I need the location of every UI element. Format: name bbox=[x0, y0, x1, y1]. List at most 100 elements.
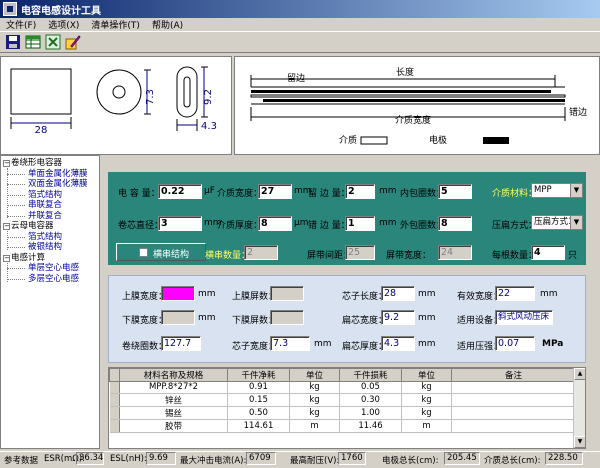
col-loss[interactable]: 千件损耗 bbox=[339, 368, 402, 382]
tree-node-inductor-calc[interactable]: − 电感计算 bbox=[1, 253, 99, 264]
length-label: 长度 bbox=[396, 66, 414, 78]
tree-item-single-metallized[interactable]: 单面金属化薄膜 bbox=[1, 169, 99, 180]
width-dim-label: 28 bbox=[35, 125, 48, 136]
table-row[interactable]: 锌丝 0.15 kg 0.30 kg bbox=[109, 393, 576, 407]
menu-options[interactable]: 选项(X) bbox=[42, 18, 85, 31]
menu-list-ops[interactable]: 清单操作(T) bbox=[85, 18, 146, 31]
lower-count-input[interactable] bbox=[270, 310, 304, 325]
save-icon bbox=[6, 35, 20, 49]
status-vmax-label: 最高耐压(V): bbox=[290, 456, 340, 466]
col-remark[interactable]: 备注 bbox=[451, 368, 576, 382]
pressure-value: 0.07 bbox=[495, 336, 535, 351]
chevron-down-icon[interactable]: ▼ bbox=[570, 216, 582, 229]
margin-label: 留边 bbox=[287, 72, 305, 84]
type-tree[interactable]: − 卷绕形电容器 单面金属化薄膜 双面金属化薄膜 箔式结构 串联复合 并联复合 −… bbox=[0, 155, 100, 449]
status-esl-label: ESL(nH): bbox=[110, 454, 147, 464]
scroll-up-icon[interactable]: ▲ bbox=[574, 368, 585, 380]
table-button[interactable] bbox=[24, 33, 42, 51]
dielectric-width-input[interactable]: 27 bbox=[258, 184, 292, 199]
upper-count-input[interactable] bbox=[270, 286, 304, 301]
save-button[interactable] bbox=[4, 33, 22, 51]
tree-item-mica-foil[interactable]: 箔式结构 bbox=[1, 232, 99, 243]
legend-dielectric-label: 介质 bbox=[339, 134, 357, 146]
tree-item-single-layer-inductor[interactable]: 单层空心电感 bbox=[1, 263, 99, 274]
status-electrode-len-value: 205.45 bbox=[444, 452, 480, 465]
shield-gap-input[interactable]: 25 bbox=[345, 245, 375, 260]
title-bar: 电容电感设计工具 bbox=[0, 0, 600, 18]
tree-item-parallel-composite[interactable]: 并联复合 bbox=[1, 211, 99, 222]
legend-electrode-swatch bbox=[483, 137, 509, 144]
flat-width-value: 9.2 bbox=[381, 310, 415, 325]
flatten-value: 压扁方式1 bbox=[534, 217, 574, 227]
outer-wraps-input[interactable]: 8 bbox=[438, 216, 472, 231]
col-unit-2[interactable]: 单位 bbox=[401, 368, 452, 382]
status-ref-label: 参考数据 bbox=[4, 456, 39, 466]
effective-width-value: 22 bbox=[495, 286, 535, 301]
tree-item-multi-layer-inductor[interactable]: 多层空心电感 bbox=[1, 274, 99, 285]
shield-width-input[interactable]: 24 bbox=[438, 245, 472, 260]
table-row[interactable]: 锡丝 0.50 kg 1.00 kg bbox=[109, 406, 576, 420]
scroll-down-icon[interactable]: ▼ bbox=[574, 436, 585, 448]
tree-item-double-metallized[interactable]: 双面金属化薄膜 bbox=[1, 179, 99, 190]
excel-button[interactable] bbox=[44, 33, 62, 51]
col-unit[interactable]: 单位 bbox=[289, 368, 340, 382]
material-select[interactable]: MPP ▼ bbox=[531, 183, 583, 198]
core-diameter-label: 卷芯直径： bbox=[118, 221, 164, 231]
core-length-unit: mm bbox=[418, 289, 436, 299]
electrode-layer-top bbox=[251, 90, 551, 93]
material-value: MPP bbox=[534, 185, 552, 195]
capacitance-unit: μF bbox=[204, 186, 215, 196]
core-count-input[interactable]: 4 bbox=[531, 245, 565, 260]
excel-icon bbox=[45, 34, 61, 50]
thickness-label: 介质厚度： bbox=[217, 221, 263, 231]
pencil-icon bbox=[65, 35, 81, 50]
chevron-down-icon[interactable]: ▼ bbox=[570, 184, 582, 197]
flat-thick-value: 4.3 bbox=[381, 336, 415, 351]
tree-item-silvered[interactable]: 被银结构 bbox=[1, 242, 99, 253]
materials-table[interactable]: 材料名称及规格 千件净耗 单位 千件损耗 单位 备注 MPP.8*27*2 0.9… bbox=[108, 367, 586, 449]
tree-node-wound-capacitor[interactable]: − 卷绕形电容器 bbox=[1, 158, 99, 169]
table-row[interactable]: MPP.8*27*2 0.91 kg 0.05 kg bbox=[109, 381, 576, 394]
shape-drawing-panel: 28 7.3 9.2 4.3 bbox=[0, 56, 232, 155]
core-diameter-input[interactable]: 3 bbox=[158, 216, 202, 231]
menu-bar: 文件(F) 选项(X) 清单操作(T) 帮助(A) bbox=[0, 18, 600, 31]
lower-width-input[interactable] bbox=[161, 310, 195, 325]
edit-button[interactable] bbox=[64, 33, 82, 51]
menu-file[interactable]: 文件(F) bbox=[0, 18, 42, 31]
offset-field-label: 错 边 量： bbox=[308, 221, 350, 231]
core-count-unit: 只 bbox=[568, 251, 578, 261]
cross-structure-checkbox[interactable] bbox=[139, 248, 148, 257]
menu-help[interactable]: 帮助(A) bbox=[146, 18, 189, 31]
effective-width-unit: mm bbox=[540, 289, 558, 299]
upper-width-unit: mm bbox=[198, 289, 216, 299]
capacitance-input[interactable]: 0.22 bbox=[158, 184, 202, 199]
dielectric-width-field-label: 介质宽度： bbox=[217, 189, 263, 199]
tree-node-mica-capacitor[interactable]: − 云母电容器 bbox=[1, 221, 99, 232]
upper-width-input[interactable] bbox=[161, 286, 195, 301]
shield-width-label: 屏带宽度： bbox=[386, 251, 432, 261]
table-scrollbar[interactable]: ▲ ▼ bbox=[573, 368, 585, 448]
core-thick-value: 7.3 bbox=[270, 336, 310, 351]
col-material[interactable]: 材料名称及规格 bbox=[119, 368, 228, 382]
tree-item-series-composite[interactable]: 串联复合 bbox=[1, 200, 99, 211]
status-vmax-value: 1760 bbox=[338, 452, 366, 465]
inner-wraps-input[interactable]: 5 bbox=[438, 184, 472, 199]
margin-input[interactable]: 2 bbox=[345, 184, 375, 199]
status-electrode-len-label: 电极总长(cm): bbox=[382, 456, 439, 466]
table-header-row: 材料名称及规格 千件净耗 单位 千件损耗 单位 备注 bbox=[109, 368, 576, 382]
status-dielectric-len-label: 介质总长(cm): bbox=[484, 456, 541, 466]
app-icon bbox=[3, 2, 17, 16]
winding-diagram-panel: 长度 留边 介质宽度 错边 介质 电极 bbox=[234, 56, 600, 155]
cross-count-input[interactable]: 2 bbox=[244, 245, 278, 260]
flatten-select[interactable]: 压扁方式1 ▼ bbox=[531, 215, 583, 230]
electrode-layer-bottom bbox=[263, 99, 565, 102]
col-net-consumption[interactable]: 千件净耗 bbox=[227, 368, 290, 382]
table-row[interactable]: 胶带 114.61 m 11.46 m bbox=[109, 419, 576, 433]
cross-structure-checkbox-group[interactable]: 横串结构 bbox=[116, 243, 206, 261]
status-esr-value: 36.34 bbox=[76, 452, 104, 465]
tree-item-foil-structure[interactable]: 箔式结构 bbox=[1, 190, 99, 201]
thickness-input[interactable]: 8 bbox=[258, 216, 292, 231]
offset-input[interactable]: 1 bbox=[345, 216, 375, 231]
status-dielectric-len-value: 228.50 bbox=[545, 452, 583, 465]
margin-unit: mm bbox=[379, 186, 397, 196]
